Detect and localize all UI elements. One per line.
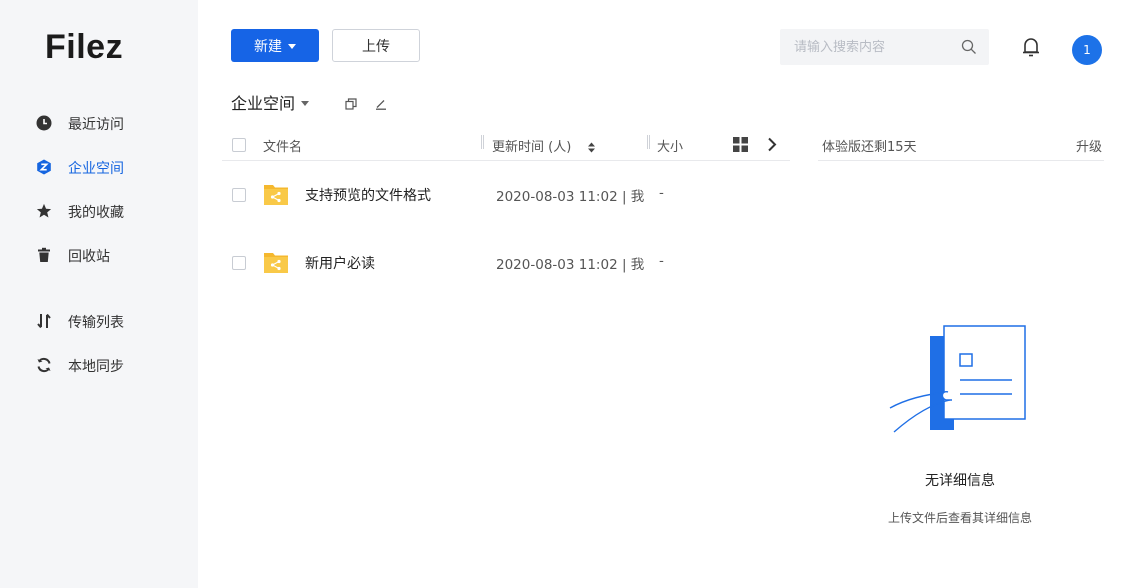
sync-icon — [36, 357, 52, 373]
column-resizer[interactable] — [647, 135, 650, 149]
user-avatar[interactable]: 1 — [1072, 35, 1102, 65]
select-all-checkbox[interactable] — [232, 138, 246, 152]
sidebar-item-transfer-list[interactable]: 传输列表 — [0, 306, 198, 336]
app-logo: Filez — [45, 28, 124, 66]
breadcrumb[interactable]: 企业空间 — [231, 90, 310, 114]
chevron-right-icon[interactable] — [766, 137, 778, 152]
file-size: - — [659, 185, 664, 201]
table-row[interactable]: 支持预览的文件格式 2020-08-03 11:02 | 我 - — [222, 165, 790, 225]
row-checkbox[interactable] — [232, 188, 246, 202]
file-updated: 2020-08-03 11:02 | 我 — [496, 189, 645, 205]
file-updated: 2020-08-03 11:02 | 我 — [496, 257, 645, 273]
search-box — [780, 29, 989, 65]
new-button-label: 新建 — [254, 38, 282, 55]
row-checkbox[interactable] — [232, 256, 246, 270]
table-header: 文件名 更新时间 (人) 大小 — [222, 130, 790, 161]
sidebar-item-recycle-bin[interactable]: 回收站 — [0, 240, 198, 270]
bell-icon[interactable] — [1022, 36, 1040, 58]
sidebar-item-label: 我的收藏 — [68, 205, 124, 221]
sidebar: Filez 最近访问 企业空间 我的收藏 回收站 传输列表 本地同步 — [0, 0, 198, 588]
sidebar-item-label: 最近访问 — [68, 117, 124, 133]
column-resizer[interactable] — [481, 135, 484, 149]
grid-view-icon[interactable] — [733, 137, 748, 152]
shared-folder-icon — [264, 183, 288, 205]
upgrade-link[interactable]: 升级 — [1076, 136, 1102, 155]
sidebar-item-enterprise-space[interactable]: 企业空间 — [0, 152, 198, 182]
clock-icon — [36, 115, 52, 131]
sidebar-item-local-sync[interactable]: 本地同步 — [0, 350, 198, 380]
sidebar-item-favorites[interactable]: 我的收藏 — [0, 196, 198, 226]
sidebar-item-label: 回收站 — [68, 249, 110, 265]
search-icon[interactable] — [961, 39, 977, 55]
caret-down-icon — [301, 100, 310, 106]
column-header-time[interactable]: 更新时间 (人) — [492, 136, 571, 155]
column-header-name[interactable]: 文件名 — [263, 136, 302, 155]
app-window: Filez 最近访问 企业空间 我的收藏 回收站 传输列表 本地同步 新建 上传… — [0, 0, 1122, 588]
sort-icon[interactable] — [588, 138, 595, 153]
empty-document-illustration — [888, 324, 1028, 436]
shared-folder-icon — [264, 251, 288, 273]
file-name[interactable]: 新用户必读 — [305, 253, 375, 273]
file-name[interactable]: 支持预览的文件格式 — [305, 185, 431, 205]
edit-icon[interactable] — [375, 95, 387, 110]
notification-count: 1 — [1083, 43, 1091, 57]
sidebar-item-recent[interactable]: 最近访问 — [0, 108, 198, 138]
trash-icon — [36, 247, 52, 263]
upload-button-label: 上传 — [362, 38, 390, 55]
sidebar-item-label: 本地同步 — [68, 359, 124, 375]
enterprise-space-icon — [36, 159, 52, 175]
copy-icon[interactable] — [345, 95, 357, 110]
detail-header: 体验版还剩15天 升级 — [818, 130, 1104, 161]
file-size: - — [659, 253, 664, 269]
search-input[interactable] — [780, 29, 955, 65]
caret-down-icon — [288, 44, 296, 49]
table-row[interactable]: 新用户必读 2020-08-03 11:02 | 我 - — [222, 233, 790, 293]
sidebar-item-label: 传输列表 — [68, 315, 124, 331]
sidebar-item-label: 企业空间 — [68, 161, 124, 177]
empty-state-title: 无详细信息 — [925, 473, 995, 489]
new-button[interactable]: 新建 — [231, 29, 319, 62]
trial-notice: 体验版还剩15天 — [822, 140, 917, 155]
empty-state-subtitle: 上传文件后查看其详细信息 — [887, 511, 1032, 525]
star-icon — [36, 203, 52, 219]
upload-button[interactable]: 上传 — [332, 29, 420, 62]
breadcrumb-title: 企业空间 — [231, 94, 296, 113]
transfer-icon — [36, 313, 52, 329]
column-header-size[interactable]: 大小 — [657, 136, 683, 155]
